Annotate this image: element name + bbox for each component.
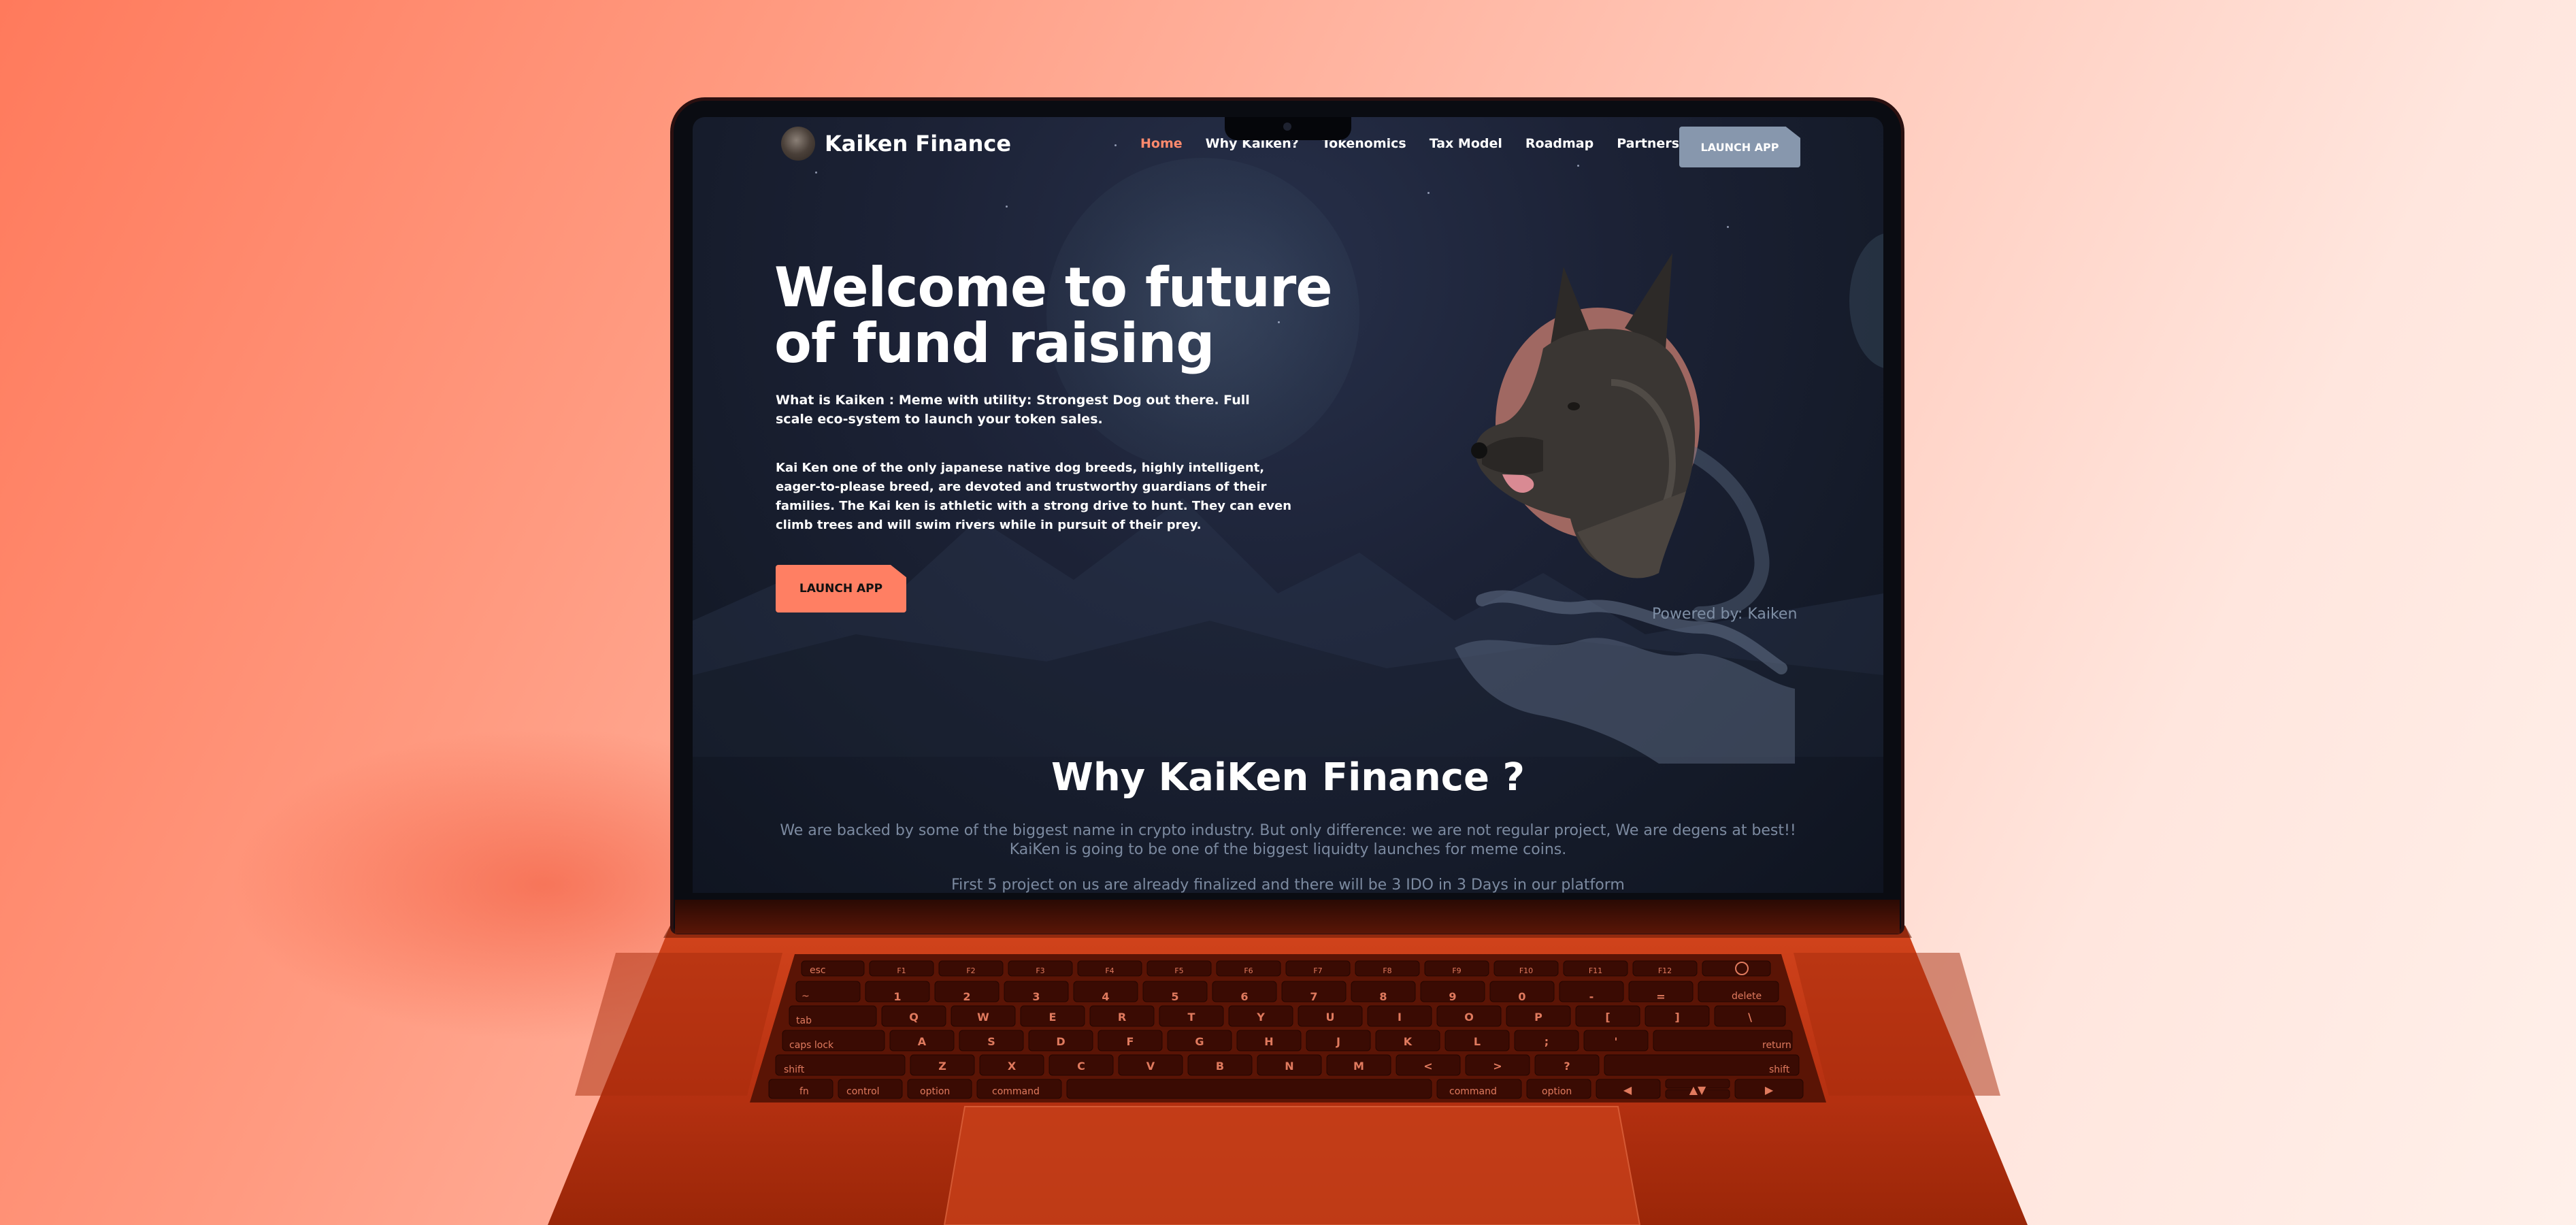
brand-logo[interactable]: Kaiken Finance <box>781 127 1011 161</box>
nav-tax-model[interactable]: Tax Model <box>1430 136 1502 151</box>
why-line-3: First 5 project on us are already finali… <box>951 877 1625 893</box>
hero-title-line1: Welcome to future <box>774 256 1333 319</box>
main-nav: Home Why Kaiken? Tokenomics Tax Model Ro… <box>1140 136 1679 151</box>
nav-roadmap[interactable]: Roadmap <box>1525 136 1594 151</box>
hero-title: Welcome to future of fund raising <box>774 260 1387 372</box>
brand-name: Kaiken Finance <box>825 131 1012 157</box>
dog-logo-icon <box>781 127 815 161</box>
background-planet <box>1849 233 1883 369</box>
hero-description: Kai Ken one of the only japanese native … <box>776 461 1292 532</box>
camera-icon <box>1283 122 1291 131</box>
nav-launch-app-button[interactable]: LAUNCH APP <box>1679 127 1800 167</box>
website-screen: Kaiken Finance Home Why Kaiken? Tokenomi… <box>693 117 1883 893</box>
nav-partners[interactable]: Partners <box>1617 136 1679 151</box>
powered-by-text: Powered by: Kaiken <box>1652 606 1798 623</box>
why-line-1: We are backed by some of the biggest nam… <box>780 822 1796 839</box>
laptop-hinge <box>675 900 1900 934</box>
hero-launch-app-button[interactable]: LAUNCH APP <box>776 565 906 612</box>
kai-ken-dog-illustration <box>1455 253 1795 764</box>
hero-title-line2: of fund raising <box>774 312 1215 375</box>
why-line-2: KaiKen is going to be one of the biggest… <box>1009 841 1567 858</box>
hero-subtitle: What is Kaiken : Meme with utility: Stro… <box>776 393 1250 427</box>
nav-home[interactable]: Home <box>1140 136 1183 151</box>
why-section-title: Why KaiKen Finance ? <box>1051 755 1525 800</box>
